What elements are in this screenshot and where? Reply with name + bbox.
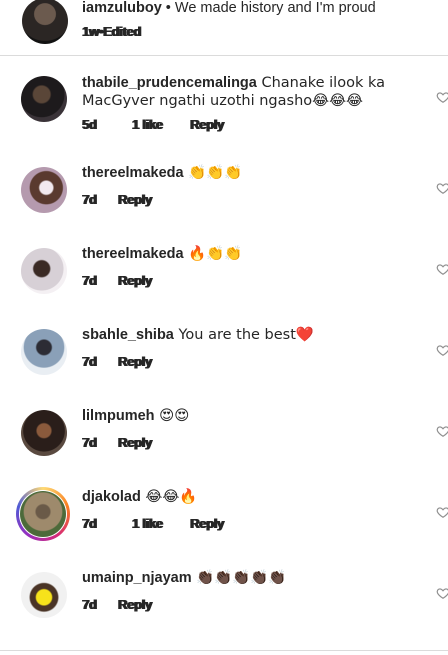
comment-meta: 5d 1 like Reply [82,117,242,132]
comment-text: thereelmakeda 🔥👏👏 [82,245,418,263]
avatar[interactable] [21,248,67,294]
comment-username[interactable]: thabile_prudencemalinga [82,75,257,91]
comment-time: 5d [82,117,97,132]
comment-time: 7d [82,597,97,612]
comment-meta: 7d Reply [82,273,170,288]
comment-row: thabile_prudencemalinga Chanake ilook ka… [0,72,448,153]
comment-meta: 7d Reply [82,354,170,369]
comment-text: thabile_prudencemalinga Chanake ilook ka… [82,74,418,110]
heart-outline-icon[interactable] [436,505,448,519]
avatar[interactable] [21,572,67,618]
heart-outline-icon[interactable] [436,424,448,438]
comment-likes[interactable]: 1 like [132,117,163,132]
comment-body: 😍😍 [154,408,190,424]
heart-outline-icon[interactable] [436,343,448,357]
comment-body: 👏🏿👏🏿👏🏿👏🏿👏🏿 [191,570,287,586]
comment-body: 👏👏👏 [183,165,243,181]
story-ring[interactable] [16,487,70,541]
comment-time: 7d [82,192,97,207]
comment-row: sbahle_shiba You are the best❤️ 7d Reply [0,324,448,405]
comment-username[interactable]: djakolad [82,489,141,505]
comment-text: lilmpumeh 😍😍 [82,407,418,425]
comment-time: 7d [82,354,97,369]
comment-username[interactable]: umainp_njayam [82,570,192,586]
comment-time: 7d [82,516,97,531]
avatar[interactable] [22,0,68,44]
comment-time: 7d [82,435,97,450]
comment-text: thereelmakeda 👏👏👏 [82,164,418,182]
comment-text: djakolad 😂😂🔥 [82,488,418,506]
comment-body: 🔥👏👏 [183,246,243,262]
avatar[interactable] [21,76,67,122]
comment-username[interactable]: sbahle_shiba [82,327,174,343]
reply-button[interactable]: Reply [118,597,152,612]
caption-meta: 1w • Edited [82,24,159,39]
heart-outline-icon[interactable] [436,262,448,276]
caption-line: iamzuluboy • We made history and I'm pro… [82,0,376,16]
reply-button[interactable]: Reply [118,273,152,288]
avatar[interactable] [20,491,66,537]
comment-username[interactable]: thereelmakeda [82,246,184,262]
comment-row: thereelmakeda 👏👏👏 7d Reply [0,162,448,243]
heart-outline-icon[interactable] [436,586,448,600]
reply-button[interactable]: Reply [118,192,152,207]
comment-meta: 7d Reply [82,192,170,207]
comment-row: djakolad 😂😂🔥 7d 1 like Reply [0,486,448,567]
comment-row: umainp_njayam 👏🏿👏🏿👏🏿👏🏿👏🏿 7d Reply [0,567,448,648]
caption-username[interactable]: iamzuluboy [82,0,162,16]
reply-button[interactable]: Reply [118,354,152,369]
comment-likes[interactable]: 1 like [132,516,163,531]
post-caption: iamzuluboy • We made history and I'm pro… [0,0,448,56]
comment-username[interactable]: lilmpumeh [82,408,155,424]
comment-row: thereelmakeda 🔥👏👏 7d Reply [0,243,448,324]
caption-time: 1w [82,24,99,39]
reply-button[interactable]: Reply [118,435,152,450]
avatar[interactable] [21,410,67,456]
comment-meta: 7d Reply [82,597,170,612]
caption-separator: • [161,0,175,16]
comment-username[interactable]: thereelmakeda [82,165,184,181]
comment-text: umainp_njayam 👏🏿👏🏿👏🏿👏🏿👏🏿 [82,569,418,587]
heart-outline-icon[interactable] [436,181,448,195]
bottom-divider [0,650,448,651]
heart-outline-icon[interactable] [436,90,448,104]
comment-row: lilmpumeh 😍😍 7d Reply [0,405,448,486]
reply-button[interactable]: Reply [190,117,224,132]
comment-body: 😂😂🔥 [140,489,198,505]
avatar[interactable] [21,329,67,375]
comment-time: 7d [82,273,97,288]
avatar[interactable] [21,167,67,213]
comment-text: sbahle_shiba You are the best❤️ [82,326,418,344]
comment-meta: 7d 1 like Reply [82,516,242,531]
caption-edited: Edited [103,24,141,39]
caption-text: We made history and I'm proud [174,0,376,16]
reply-button[interactable]: Reply [190,516,224,531]
comment-meta: 7d Reply [82,435,170,450]
comment-body: You are the best❤️ [173,327,314,343]
